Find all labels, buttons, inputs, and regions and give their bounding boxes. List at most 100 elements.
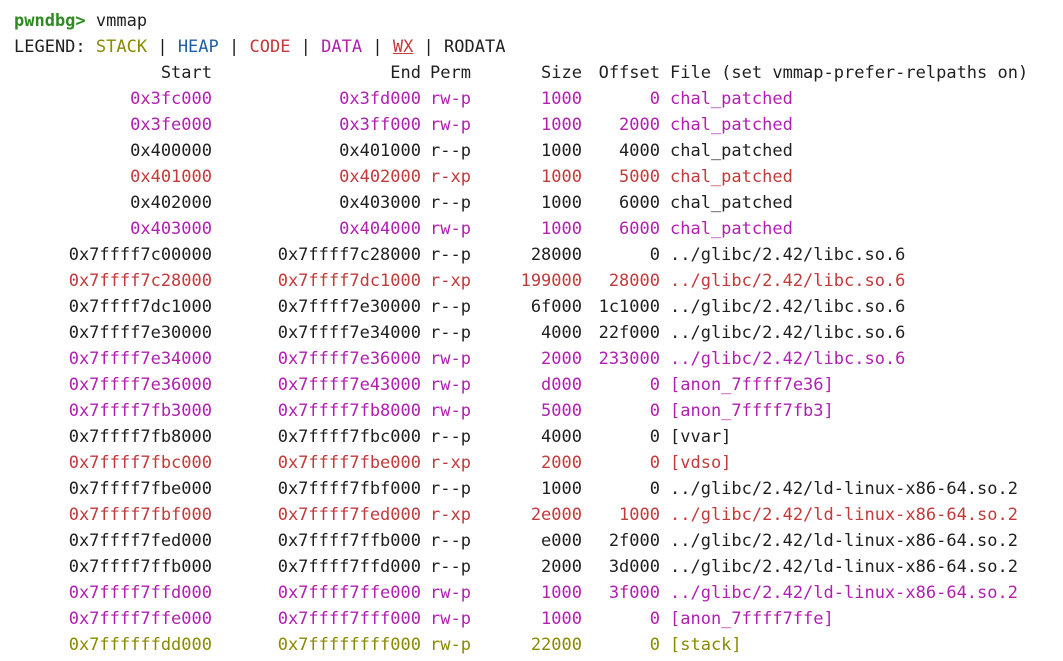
cell-perm: rw-p [430,219,471,239]
cell-file: ../glibc/2.42/libc.so.6 [670,323,906,343]
cell-end: 0x7ffff7fbc000 [277,427,421,447]
cell-size: 1000 [541,115,582,135]
legend-label: LEGEND: [14,37,86,57]
cell-end: 0x7ffff7c28000 [277,245,421,265]
header-file: File (set vmmap-prefer-relpaths on) [670,63,1029,83]
cell-perm: r-xp [430,453,471,473]
legend-line: LEGEND: STACK | HEAP | CODE | DATA | WX … [14,37,506,57]
cell-file: [vvar] [670,427,732,447]
cell-size: e000 [541,531,582,551]
cell-end: 0x7ffffffff000 [277,635,421,655]
table-row: 0x403000 0x404000 rw-p 1000 6000 chal_patched [14,216,1063,242]
cell-file: ../glibc/2.42/ld-linux-x86-64.so.2 [670,505,1018,525]
cell-file: [stack] [670,635,742,655]
cell-end: 0x404000 [339,219,421,239]
header-size: Size [541,63,582,83]
cell-file: [anon_7ffff7ffe] [670,609,834,629]
memory-map-table: 0x3fc000 0x3fd000 rw-p 1000 0 chal_patched 0x3… [14,86,1063,658]
cell-offset: 0 [649,453,660,473]
cell-size: 1000 [541,193,582,213]
cell-end: 0x7ffff7ffb000 [277,531,421,551]
cell-perm: r--p [430,557,471,577]
cell-offset: 0 [649,427,660,447]
cell-offset: 2f000 [608,531,660,551]
cell-offset: 6000 [619,219,660,239]
header-start: Start [160,63,212,83]
cell-size: 4000 [541,323,582,343]
cell-size: 22000 [530,635,582,655]
cell-start: 0x7ffff7fbe000 [68,479,212,499]
cell-size: 5000 [541,401,582,421]
table-row: 0x3fc000 0x3fd000 rw-p 1000 0 chal_patched [14,86,1063,112]
cell-end: 0x7ffff7fbe000 [277,453,421,473]
cell-size: 1000 [541,167,582,187]
cell-perm: r-xp [430,167,471,187]
cell-start: 0x7ffff7c00000 [68,245,212,265]
cell-start: 0x7ffff7ffb000 [68,557,212,577]
cell-size: 2000 [541,557,582,577]
cell-size: 1000 [541,89,582,109]
legend-code: CODE [249,37,291,57]
table-row: 0x7ffff7fed000 0x7ffff7ffb000 r--p e000 2f00… [14,528,1063,554]
command-text: vmmap [95,11,148,31]
prompt-label: pwndbg> [14,11,86,31]
cell-perm: rw-p [430,609,471,629]
cell-offset: 4000 [619,141,660,161]
terminal[interactable]: pwndbg> vmmap LEGEND: STACK | HEAP | COD… [0,0,1063,658]
prompt-line: pwndbg> vmmap [14,8,1063,34]
cell-perm: rw-p [430,375,471,395]
cell-size: 6f000 [530,297,582,317]
cell-perm: r--p [430,141,471,161]
cell-size: 2000 [541,349,582,369]
cell-offset: 233000 [598,349,660,369]
cell-offset: 3d000 [608,557,660,577]
cell-start: 0x403000 [130,219,212,239]
cell-start: 0x402000 [130,193,212,213]
table-row: 0x7ffff7ffe000 0x7ffff7fff000 rw-p 1000 0 [an… [14,606,1063,632]
cell-offset: 6000 [619,193,660,213]
cell-size: 1000 [541,609,582,629]
cell-offset: 1c1000 [598,297,660,317]
cell-offset: 22f000 [598,323,660,343]
cell-start: 0x7ffff7ffe000 [68,609,212,629]
header-offset: Offset [598,63,660,83]
table-row: 0x402000 0x403000 r--p 1000 6000 chal_patched [14,190,1063,216]
header-end: End [390,63,421,83]
cell-end: 0x7ffff7dc1000 [277,271,421,291]
cell-end: 0x3ff000 [339,115,421,135]
cell-end: 0x7ffff7fff000 [277,609,421,629]
cell-offset: 0 [649,375,660,395]
cell-offset: 0 [649,609,660,629]
cell-file: ../glibc/2.42/ld-linux-x86-64.so.2 [670,583,1018,603]
cell-file: ../glibc/2.42/ld-linux-x86-64.so.2 [670,531,1018,551]
cell-end: 0x7ffff7e30000 [277,297,421,317]
cell-perm: r-xp [430,271,471,291]
cell-start: 0x7ffff7c28000 [68,271,212,291]
cell-perm: r--p [430,297,471,317]
cell-size: 4000 [541,427,582,447]
cell-file: ../glibc/2.42/libc.so.6 [670,349,906,369]
cell-start: 0x7ffff7e36000 [68,375,212,395]
cell-perm: rw-p [430,89,471,109]
cell-end: 0x7ffff7fed000 [277,505,421,525]
table-row: 0x400000 0x401000 r--p 1000 4000 chal_patched [14,138,1063,164]
legend-heap: HEAP [177,37,219,57]
cell-end: 0x7ffff7ffe000 [277,583,421,603]
cell-perm: r--p [430,245,471,265]
cell-offset: 2000 [619,115,660,135]
cell-end: 0x3fd000 [339,89,421,109]
cell-file: [anon_7ffff7e36] [670,375,834,395]
cell-perm: r-xp [430,505,471,525]
table-row: 0x3fe000 0x3ff000 rw-p 1000 2000 chal_patched [14,112,1063,138]
cell-offset: 0 [649,89,660,109]
table-row: 0x7ffffffdd000 0x7ffffffff000 rw-p 22000 0 [s… [14,632,1063,658]
legend-stack: STACK [95,37,148,57]
cell-size: 1000 [541,219,582,239]
cell-file: ../glibc/2.42/ld-linux-x86-64.so.2 [670,479,1018,499]
cell-file: [vdso] [670,453,732,473]
cell-perm: r--p [430,479,471,499]
table-row: 0x7ffff7c28000 0x7ffff7dc1000 r-xp 199000 28… [14,268,1063,294]
cell-offset: 28000 [608,271,660,291]
cell-perm: r--p [430,323,471,343]
cell-start: 0x7ffff7fb3000 [68,401,212,421]
